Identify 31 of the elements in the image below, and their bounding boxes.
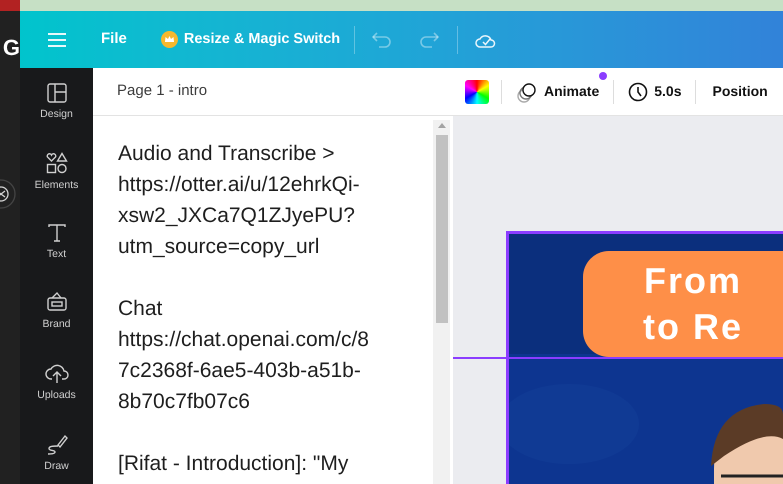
note-paragraph: Audio and Transcribe > https://otter.ai/u/12ehrkQi- xsw2_JXCa7Q1ZJyePU? utm_source=copy_url — [118, 141, 361, 260]
animate-button[interactable]: Animate — [516, 80, 600, 102]
crown-icon — [160, 31, 178, 48]
shapes-icon — [46, 152, 68, 174]
page-title: Page 1 - intro — [117, 81, 208, 102]
sidebar-item[interactable]: Brand — [22, 291, 92, 333]
title-text: From — [644, 259, 742, 303]
sidebar-item[interactable]: Uploads — [22, 362, 92, 404]
redo-icon[interactable] — [418, 30, 440, 48]
undo-icon[interactable] — [371, 30, 394, 48]
scrollbar[interactable] — [433, 120, 450, 484]
sidebar-item[interactable]: Design — [22, 83, 92, 123]
text-icon — [46, 222, 66, 242]
color-swatch[interactable] — [465, 80, 489, 104]
layout-icon — [46, 83, 66, 103]
animate-icon — [516, 80, 538, 102]
sidebar-item[interactable]: Draw — [22, 432, 92, 474]
cloud-upload-icon — [44, 362, 68, 384]
sidebar-item[interactable]: Text — [22, 222, 92, 262]
corner-block — [0, 0, 20, 11]
sidebar-item[interactable]: Elements — [22, 152, 92, 194]
briefcase-icon — [46, 291, 68, 314]
note-paragraph: [Rifat - Introduction]: "My — [118, 451, 350, 477]
pen-icon — [46, 432, 68, 455]
duration-button[interactable]: 5.0s — [628, 81, 682, 102]
position-button[interactable]: Position — [712, 81, 768, 102]
menu-icon[interactable] — [48, 32, 66, 46]
note-paragraph: Chat https://chat.openai.com/c/8 7c2368f-6ae5-403b-a51b- 8b70c7fb07c6 — [118, 296, 370, 415]
clock-icon — [628, 82, 648, 102]
title-text: to Re — [643, 305, 743, 349]
app-title: G — [2, 37, 20, 59]
